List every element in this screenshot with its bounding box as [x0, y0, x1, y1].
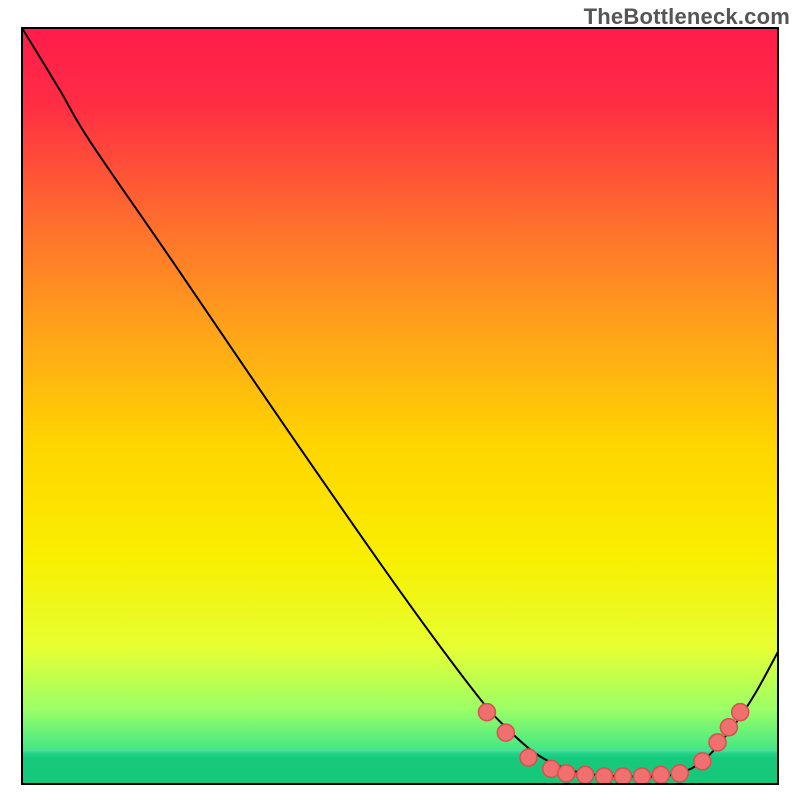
- curve-point: [543, 760, 560, 777]
- bottleneck-chart: [0, 0, 800, 800]
- attribution-label: TheBottleneck.com: [584, 4, 790, 30]
- curve-point: [558, 765, 575, 782]
- curve-point: [478, 704, 495, 721]
- curve-point: [732, 704, 749, 721]
- curve-point: [596, 768, 613, 785]
- curve-point: [652, 766, 669, 783]
- curve-point: [615, 768, 632, 785]
- curve-point: [577, 766, 594, 783]
- curve-point: [633, 768, 650, 785]
- curve-point: [694, 753, 711, 770]
- curve-point: [671, 765, 688, 782]
- curve-point: [720, 719, 737, 736]
- curve-point: [520, 749, 537, 766]
- curve-point: [709, 734, 726, 751]
- gradient-background: [22, 28, 778, 784]
- curve-point: [497, 724, 514, 741]
